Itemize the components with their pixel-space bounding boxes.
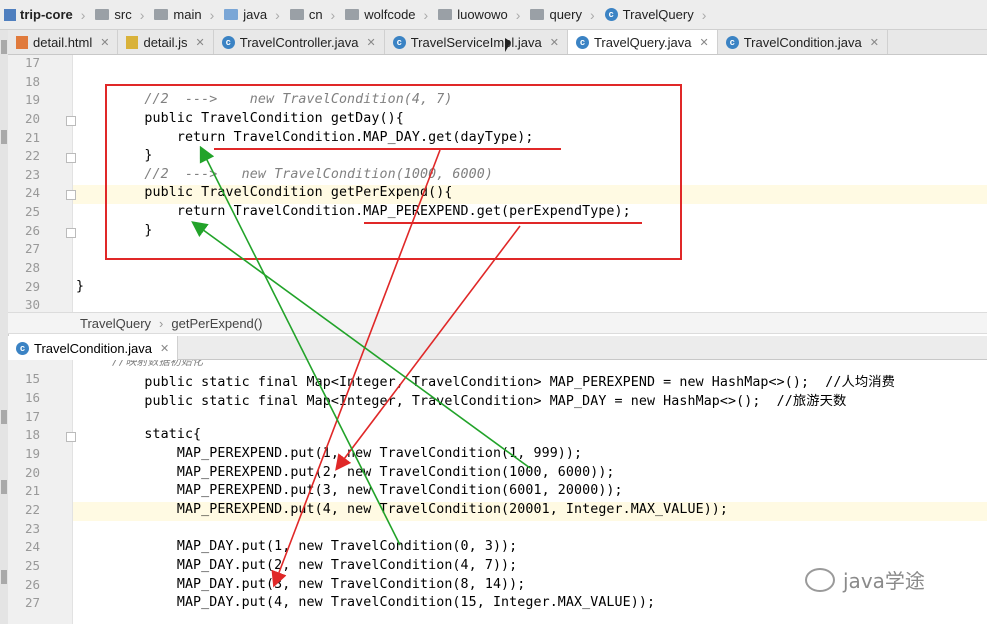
green-arrow-day [199,145,401,546]
red-arrow-day [271,149,441,588]
green-arrow-perexpend [191,221,531,469]
annotation-arrows [191,145,531,588]
wechat-icon [805,567,835,592]
watermark: java学途 [805,565,925,594]
watermark-text: java学途 [843,569,925,593]
